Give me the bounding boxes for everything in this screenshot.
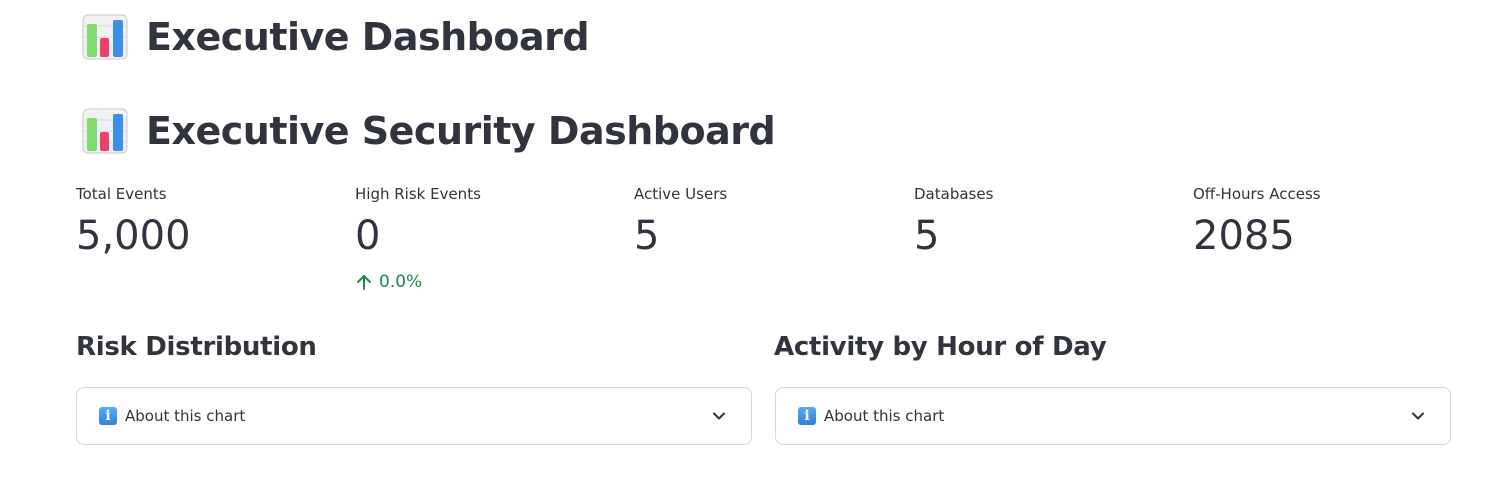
metric-delta: 0.0% xyxy=(355,272,615,292)
metric-label: Databases xyxy=(914,185,994,203)
page-header: Executive Security Dashboard xyxy=(82,108,776,154)
metric-delta-value: 0.0% xyxy=(379,272,423,292)
expander-label: About this chart xyxy=(824,407,945,425)
info-icon: i xyxy=(798,407,816,425)
metrics-row: Total Events 5,000 High Risk Events 0 0.… xyxy=(76,184,1453,304)
metric-label: Total Events xyxy=(76,185,167,203)
metric-value: 5 xyxy=(634,213,660,259)
app-title: Executive Dashboard xyxy=(146,15,590,59)
chevron-down-icon[interactable] xyxy=(1408,406,1428,426)
metric-value: 5 xyxy=(914,213,940,259)
arrow-up-icon xyxy=(357,275,371,290)
metric-total-events: Total Events 5,000 xyxy=(76,184,336,260)
bar-chart-icon xyxy=(82,108,128,154)
expander-label: About this chart xyxy=(125,407,246,425)
bar-chart-icon xyxy=(82,14,128,60)
about-chart-expander-risk[interactable]: i About this chart xyxy=(76,387,752,445)
metric-databases: Databases 5 xyxy=(914,184,1174,260)
metric-value: 5,000 xyxy=(76,213,191,259)
metric-value: 2085 xyxy=(1193,213,1295,259)
info-icon: i xyxy=(99,407,117,425)
chevron-down-icon[interactable] xyxy=(709,406,729,426)
metric-label: High Risk Events xyxy=(355,185,481,203)
metric-off-hours-access: Off-Hours Access 2085 xyxy=(1193,184,1453,260)
metric-label: Off-Hours Access xyxy=(1193,185,1321,203)
metric-active-users: Active Users 5 xyxy=(634,184,894,260)
section-heading-activity-by-hour: Activity by Hour of Day xyxy=(774,332,1107,362)
app-header: Executive Dashboard xyxy=(82,14,590,60)
metric-label: Active Users xyxy=(634,185,728,203)
about-chart-expander-activity[interactable]: i About this chart xyxy=(775,387,1451,445)
page-title: Executive Security Dashboard xyxy=(146,109,776,153)
section-heading-risk-distribution: Risk Distribution xyxy=(76,332,317,362)
metric-value: 0 xyxy=(355,213,381,259)
metric-high-risk-events: High Risk Events 0 0.0% xyxy=(355,184,615,292)
